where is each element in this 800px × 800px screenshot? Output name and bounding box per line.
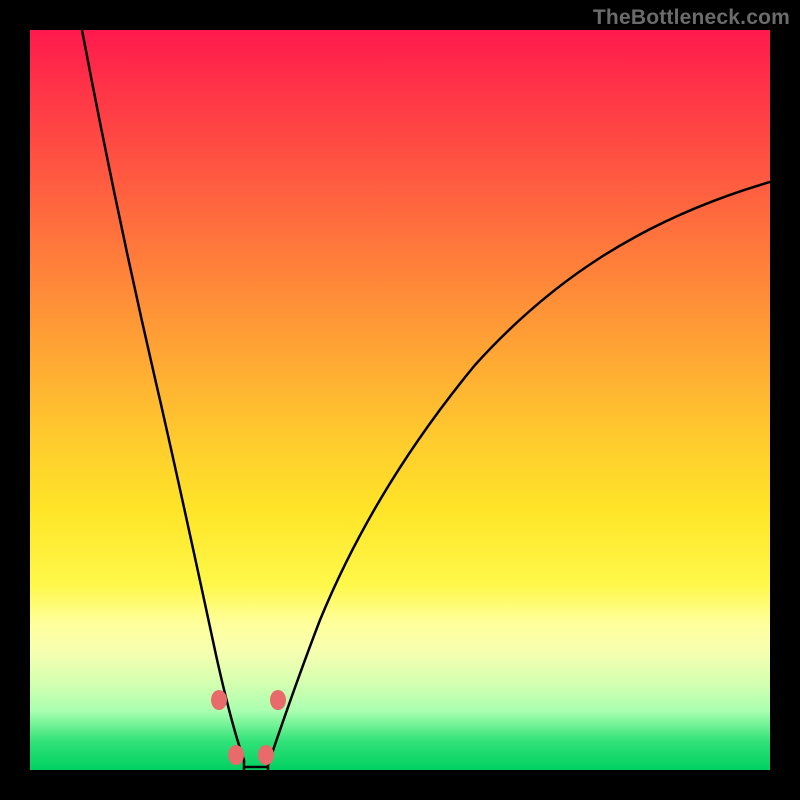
- marker-right-lower: [258, 745, 274, 765]
- chart-frame: TheBottleneck.com: [0, 0, 800, 800]
- curve-right-branch: [268, 182, 770, 770]
- curve-layer: [30, 30, 770, 770]
- watermark-text: TheBottleneck.com: [593, 6, 790, 30]
- plot-area: [30, 30, 770, 770]
- marker-left-upper: [211, 690, 227, 710]
- marker-left-lower: [228, 745, 244, 765]
- curve-left-branch: [82, 30, 244, 770]
- marker-right-upper: [270, 690, 286, 710]
